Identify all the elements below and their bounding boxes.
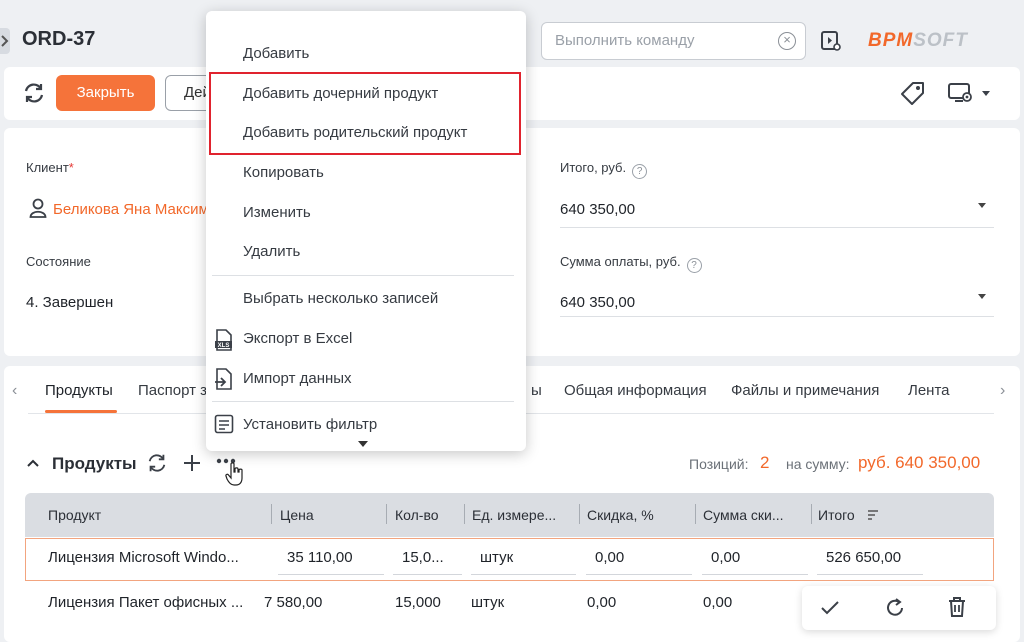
add-icon[interactable] [182, 453, 202, 473]
help-icon[interactable]: ? [686, 258, 702, 273]
help-icon[interactable]: ? [632, 164, 648, 179]
refresh-icon[interactable] [22, 82, 46, 104]
save-row-icon[interactable] [820, 599, 840, 617]
page-title: ORD-37 [22, 28, 96, 50]
table-cell[interactable]: Лицензия Пакет офисных ... [48, 594, 243, 611]
cancel-row-icon[interactable] [884, 597, 906, 619]
svg-text:XLS: XLS [218, 343, 230, 349]
refresh-icon[interactable] [146, 452, 168, 474]
sum-value: руб. 640 350,00 [858, 453, 981, 472]
column-separator[interactable] [695, 504, 696, 524]
state-value[interactable]: 4. Завершен [26, 294, 113, 311]
menu-item-add[interactable]: Добавить [243, 45, 309, 62]
clear-icon[interactable]: × [778, 32, 796, 50]
table-cell[interactable]: Лицензия Microsoft Windo... [48, 549, 239, 566]
qty-input[interactable]: 15,0... [393, 540, 462, 575]
column-separator[interactable] [579, 504, 580, 524]
video-help-icon[interactable] [820, 30, 842, 52]
collapse-icon[interactable] [26, 458, 40, 468]
column-header-discount-sum[interactable]: Сумма ски... [703, 507, 784, 523]
column-header-total[interactable]: Итого [818, 507, 855, 523]
menu-item-select-multiple[interactable]: Выбрать несколько записей [243, 290, 438, 307]
unit-input[interactable]: штук [471, 540, 576, 575]
table-cell[interactable]: штук [471, 594, 504, 611]
filter-icon [214, 414, 234, 434]
sum-label: на сумму: [786, 456, 850, 472]
column-separator[interactable] [811, 504, 812, 524]
menu-item-export-excel[interactable]: Экспорт в Excel [243, 330, 352, 347]
tabs-scroll-right-icon[interactable]: › [1000, 382, 1005, 400]
menu-divider [212, 401, 514, 402]
menu-scroll-down-icon[interactable] [358, 441, 368, 447]
menu-divider [212, 275, 514, 276]
delete-row-icon[interactable] [947, 596, 967, 618]
total-dropdown-icon[interactable] [978, 203, 986, 208]
excel-export-icon: XLS [214, 329, 234, 351]
column-header-product[interactable]: Продукт [48, 507, 101, 523]
close-button[interactable]: Закрыть [56, 75, 155, 111]
positions-label: Позиций: [689, 456, 749, 472]
state-label: Состояние [26, 254, 91, 269]
payment-label: Сумма оплаты, руб.? [560, 254, 702, 273]
command-input-box[interactable]: × [541, 22, 806, 60]
tab-passport[interactable]: Паспорт з [138, 382, 207, 399]
client-label: Клиент* [26, 160, 74, 175]
total-input[interactable]: 526 650,00 [817, 540, 923, 575]
tabs-scroll-left-icon[interactable]: ‹ [12, 382, 17, 400]
detail-title: Продукты [52, 454, 137, 473]
client-value[interactable]: Беликова Яна Максим [53, 201, 209, 218]
total-value[interactable]: 640 350,00 [560, 201, 635, 218]
column-separator[interactable] [464, 504, 465, 524]
table-cell[interactable]: 0,00 [587, 594, 616, 611]
positions-count: 2 [760, 453, 770, 472]
row-actions-panel [802, 586, 996, 630]
tab-partial[interactable]: ы [531, 382, 542, 399]
column-header-qty[interactable]: Кол-во [395, 507, 439, 523]
import-data-icon [214, 368, 234, 390]
divider [560, 227, 994, 228]
menu-item-delete[interactable]: Удалить [243, 243, 300, 260]
discount-sum-input[interactable]: 0,00 [702, 540, 808, 575]
payment-value[interactable]: 640 350,00 [560, 294, 635, 311]
tab-general-info[interactable]: Общая информация [564, 382, 707, 399]
column-separator[interactable] [386, 504, 387, 524]
total-label: Итого, руб.? [560, 160, 648, 179]
bpmsoft-logo: BPMSOFT [868, 30, 968, 51]
table-cell[interactable]: 15,000 [395, 594, 441, 611]
back-button[interactable] [0, 28, 10, 54]
sort-icon[interactable] [867, 510, 879, 520]
discount-input[interactable]: 0,00 [586, 540, 692, 575]
column-header-unit[interactable]: Ед. измере... [472, 507, 556, 523]
chevron-right-icon [1, 35, 9, 47]
column-header-price[interactable]: Цена [280, 507, 314, 523]
tab-files-notes[interactable]: Файлы и примечания [731, 382, 879, 399]
payment-dropdown-icon[interactable] [978, 294, 986, 299]
highlight-frame [209, 72, 521, 155]
divider [560, 316, 994, 317]
command-input[interactable] [555, 32, 775, 49]
menu-item-edit[interactable]: Изменить [243, 204, 311, 221]
menu-item-copy[interactable]: Копировать [243, 164, 324, 181]
view-settings-icon[interactable] [946, 80, 992, 106]
user-icon [29, 198, 47, 218]
table-cell[interactable]: 7 580,00 [264, 594, 322, 611]
tag-icon[interactable] [900, 80, 926, 106]
hand-cursor-icon [225, 462, 245, 486]
price-input[interactable]: 35 110,00 [278, 540, 384, 575]
tab-feed[interactable]: Лента [908, 382, 950, 399]
active-tab-indicator [45, 410, 117, 413]
column-header-discount[interactable]: Скидка, % [587, 507, 654, 523]
table-cell[interactable]: 0,00 [703, 594, 732, 611]
tab-products[interactable]: Продукты [45, 382, 113, 399]
menu-item-set-filter[interactable]: Установить фильтр [243, 416, 377, 433]
column-separator[interactable] [271, 504, 272, 524]
menu-item-import-data[interactable]: Импорт данных [243, 370, 352, 387]
